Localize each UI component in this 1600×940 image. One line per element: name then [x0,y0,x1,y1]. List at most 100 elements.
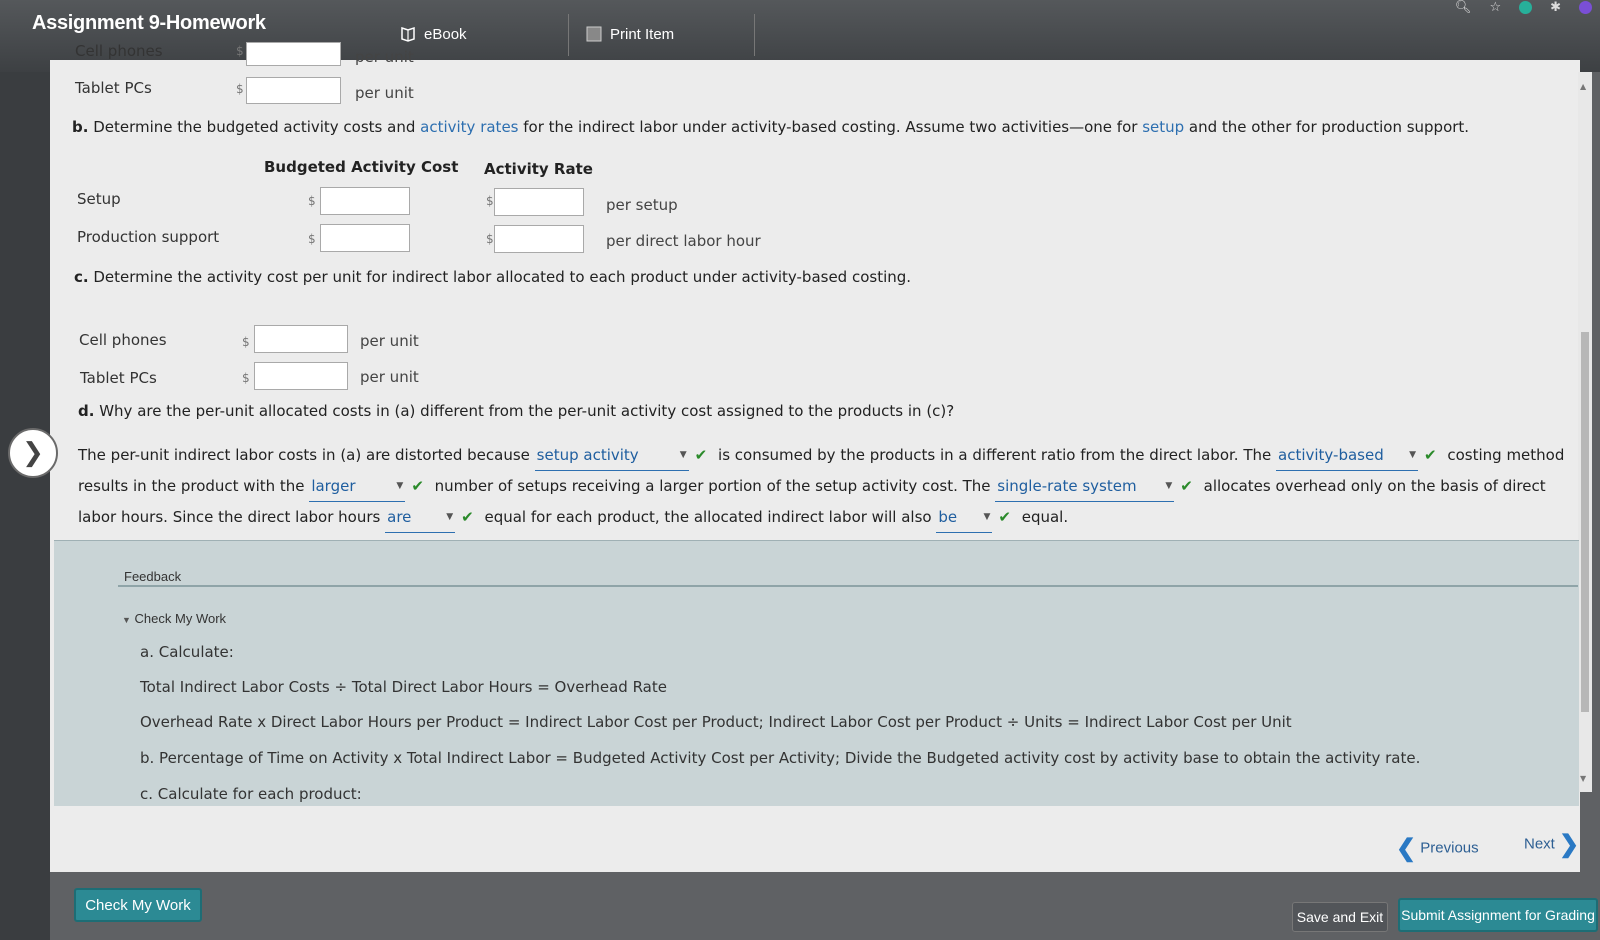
unit-label: per setup [606,196,678,214]
row-label: Tablet PCs [75,79,152,97]
puzzle-icon[interactable]: ✱ [1550,0,1561,15]
save-and-exit-button[interactable]: Save and Exit [1292,902,1388,932]
unit-label: per unit [355,84,414,102]
dropdown-cost-driver[interactable]: setup activity ▼ [534,440,689,471]
column-header-budgeted-cost: Budgeted Activity Cost [264,158,459,176]
scrollbar-thumb[interactable] [1581,332,1589,712]
extension-icon[interactable] [1519,0,1533,14]
part-b-question: b. Determine the budgeted activity costs… [72,118,1472,136]
currency-symbol: $ [242,371,250,385]
production-support-activity-rate-input[interactable] [494,225,584,253]
dropdown-allocation-system[interactable]: single-rate system ▼ [995,471,1175,502]
cell-phones-activity-cost-input[interactable] [254,325,348,353]
feedback-label: Feedback [124,569,182,584]
ebook-button[interactable]: eBook [400,20,467,48]
cell-phones-cost-input[interactable] [246,42,341,66]
next-label: Next [1524,835,1555,853]
part-letter: c. [74,268,89,286]
divider [754,14,755,56]
chevron-down-icon: ▼ [446,512,454,522]
expand-panel-button[interactable]: ❯ [8,428,58,478]
previous-label: Previous [1420,839,1479,857]
answer-text: The per-unit indirect labor costs in (a)… [78,446,530,464]
scrollbar[interactable]: ▲ ▼ [1578,72,1592,792]
setup-activity-rate-input[interactable] [494,188,584,216]
checkmark-icon: ✔ [461,508,474,526]
print-icon [586,26,602,42]
divider [118,585,1578,587]
feedback-line: Total Indirect Labor Costs ÷ Total Direc… [140,678,667,696]
part-letter: d. [78,402,95,420]
question-text: for the indirect labor under activity-ba… [518,118,1143,136]
triangle-down-icon: ▼ [122,615,131,625]
check-my-work-toggle[interactable]: ▼ Check My Work [122,611,226,626]
currency-symbol: $ [236,82,244,96]
dropdown-hours-equal[interactable]: are ▼ [385,502,456,533]
tablet-pcs-activity-cost-input[interactable] [254,362,348,390]
production-support-budgeted-cost-input[interactable] [320,224,410,252]
ebook-label: eBook [424,25,467,43]
check-my-work-button[interactable]: Check My Work [74,888,202,922]
chevron-down-icon: ▼ [679,450,687,460]
part-d-question: d. Why are the per-unit allocated costs … [78,402,954,420]
answer-text: results in the product with the [78,477,305,495]
profile-icon[interactable] [1579,0,1592,14]
currency-symbol: $ [486,194,494,208]
setup-link[interactable]: setup [1142,118,1184,136]
unit-label: per unit [355,48,414,66]
row-label: Cell phones [79,331,167,349]
part-d-answer: The per-unit indirect labor costs in (a)… [78,440,1568,533]
checkmark-icon: ✔ [1424,446,1437,464]
question-text: Why are the per-unit allocated costs in … [99,402,955,420]
question-text: and the other for production support. [1184,118,1470,136]
answer-text: number of setups receiving a larger port… [434,477,991,495]
chevron-right-icon: ❯ [1559,831,1580,858]
chevron-left-icon: ❮ [1396,835,1417,862]
feedback-line: c. Calculate for each product: [140,785,362,803]
chevron-down-icon: ▼ [396,481,404,491]
feedback-panel: Feedback ▼ Check My Work a. Calculate: T… [54,540,1579,806]
answer-text: labor hours. Since the direct labor hour… [78,508,381,526]
print-label: Print Item [610,25,675,43]
print-item-button[interactable]: Print Item [586,20,674,48]
tablet-pcs-cost-input[interactable] [246,77,341,104]
row-label: Setup [77,190,121,208]
setup-budgeted-cost-input[interactable] [320,187,410,215]
chevron-down-icon: ▼ [1165,481,1173,491]
scroll-up-icon[interactable]: ▲ [1580,82,1586,91]
answer-text: costing method [1447,446,1565,464]
checkmark-icon: ✔ [694,446,708,464]
currency-symbol: $ [236,44,244,58]
currency-symbol: $ [308,194,316,208]
left-rail [0,72,50,940]
part-c-question: c. Determine the activity cost per unit … [74,268,911,286]
unit-label: per unit [360,332,419,350]
answer-text: equal for each product, the allocated in… [484,508,932,526]
browser-toolbar: 🔍︎ ☆ ✱ [1455,0,1592,15]
checkmark-icon: ✔ [998,508,1011,526]
activity-rates-link[interactable]: activity rates [420,118,518,136]
submit-assignment-button[interactable]: Submit Assignment for Grading [1398,898,1598,932]
next-button[interactable]: Next ❯ [1524,830,1579,859]
row-label: Cell phones [75,42,163,60]
answer-text: is consumed by the products in a differe… [718,446,1272,464]
feedback-line: a. Calculate: [140,643,234,661]
answer-text: allocates overhead only on the basis of … [1203,477,1546,495]
chevron-down-icon: ▼ [983,512,991,522]
dropdown-costing-method[interactable]: activity-based ▼ [1276,440,1418,471]
row-label: Production support [77,228,220,246]
chevron-down-icon: ▼ [1409,450,1416,460]
unit-label: per unit [360,368,419,386]
dropdown-setup-count[interactable]: larger ▼ [309,471,406,502]
row-label: Tablet PCs [80,369,157,387]
zoom-icon[interactable]: 🔍︎ [1455,0,1472,15]
previous-button[interactable]: ❮ Previous [1396,834,1479,863]
answer-text: equal. [1021,508,1069,526]
question-text: Determine the activity cost per unit for… [93,268,912,286]
checkmark-icon: ✔ [1180,477,1193,495]
assignment-title: Assignment 9-Homework [32,12,266,34]
currency-symbol: $ [308,232,316,246]
star-icon[interactable]: ☆ [1489,0,1501,15]
dropdown-labor-equal[interactable]: be ▼ [936,502,993,533]
scroll-down-icon[interactable]: ▼ [1580,774,1586,783]
